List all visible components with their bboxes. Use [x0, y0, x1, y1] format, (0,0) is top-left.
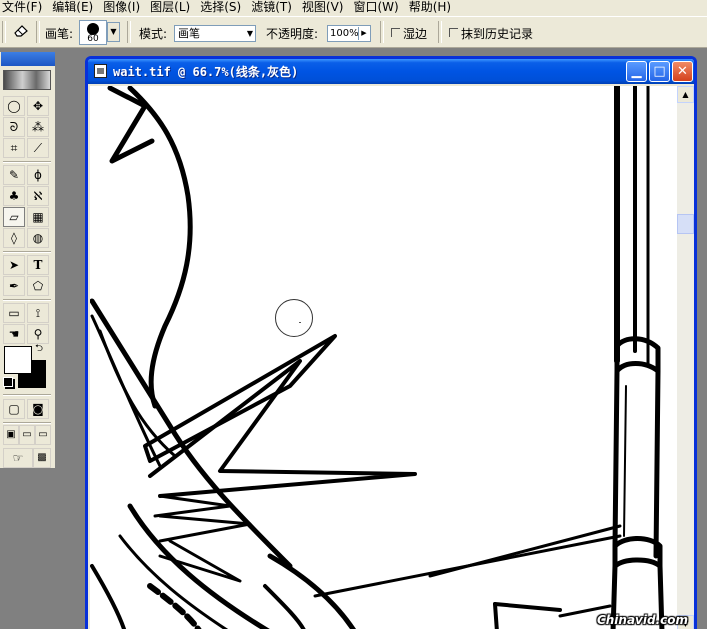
document-icon: [94, 64, 107, 78]
hand-tool-icon[interactable]: ☚: [3, 324, 25, 344]
brush-tool-icon[interactable]: ϕ: [27, 165, 49, 185]
toolbox-separator: [3, 422, 51, 424]
vertical-scrollbar[interactable]: ▲ ▼: [677, 86, 694, 629]
document-window: wait.tif @ 66.7%(线条,灰色) ▁ □ ✕ ▲ ▼ Chinav…: [85, 56, 697, 629]
brush-label: 画笔:: [45, 27, 74, 41]
blur-tool-icon[interactable]: ◊: [3, 228, 25, 248]
menu-image[interactable]: 图像(I): [100, 0, 147, 16]
menu-select[interactable]: 选择(S): [197, 0, 248, 16]
path-select-tool-icon[interactable]: ➤: [3, 255, 25, 275]
mode-label: 模式:: [139, 27, 168, 41]
options-separator: [380, 21, 384, 43]
lasso-tool-icon[interactable]: ᘐ: [3, 117, 25, 137]
foreground-color-swatch[interactable]: [4, 346, 32, 374]
move-tool-icon[interactable]: ✥: [27, 96, 49, 116]
marquee-tool-icon[interactable]: ◯: [3, 96, 25, 116]
toolbox-separator: [3, 161, 51, 163]
brush-size-value: 60: [87, 34, 99, 44]
chevron-down-icon: ▼: [246, 29, 253, 38]
menu-help[interactable]: 帮助(H): [406, 0, 458, 16]
menu-view[interactable]: 视图(V): [299, 0, 351, 16]
default-colors-icon[interactable]: [3, 377, 13, 387]
options-separator: [127, 21, 131, 43]
notes-tool-icon[interactable]: ▭: [3, 303, 25, 323]
wet-edges-label: 湿边: [403, 27, 428, 41]
quick-mask-mode-icon[interactable]: ◙: [27, 399, 49, 419]
toolbox-palette: ◯ ✥ ᘐ ⁂ ⌗ ⟋ ✎ ϕ ♣ ℵ ▱ ▦ ◊ ◍ ➤ T ✒ ⬠ ▭ ⟟ …: [0, 52, 56, 469]
magic-wand-tool-icon[interactable]: ⁂: [27, 117, 49, 137]
healing-brush-tool-icon[interactable]: ✎: [3, 165, 25, 185]
document-title: wait.tif @ 66.7%(线条,灰色): [113, 65, 299, 79]
chevron-down-icon[interactable]: ▼: [107, 22, 120, 42]
toolbox-title-bar[interactable]: [1, 52, 55, 66]
slice-tool-icon[interactable]: ⟋: [27, 138, 49, 158]
imageready-icon[interactable]: ▩: [33, 448, 51, 468]
toolbox-separator: [3, 394, 51, 396]
opacity-label: 不透明度:: [266, 27, 319, 41]
adobe-logo-icon[interactable]: [3, 70, 51, 90]
scrollbar-thumb[interactable]: [677, 214, 694, 234]
standard-mode-icon[interactable]: ▢: [3, 399, 25, 419]
menu-file[interactable]: 文件(F): [0, 0, 49, 16]
options-grip: [2, 21, 6, 43]
menu-filter[interactable]: 滤镜(T): [248, 0, 299, 16]
options-separator: [36, 21, 40, 43]
zoom-tool-icon[interactable]: ⚲: [27, 324, 49, 344]
scroll-up-icon[interactable]: ▲: [677, 86, 694, 103]
crop-tool-icon[interactable]: ⌗: [3, 138, 25, 158]
menu-bar: 文件(F) 编辑(E) 图像(I) 图层(L) 选择(S) 滤镜(T) 视图(V…: [0, 0, 707, 16]
full-screen-menu-icon[interactable]: ▭: [19, 425, 35, 445]
eraser-icon[interactable]: [13, 22, 29, 41]
erase-history-label: 抹到历史记录: [461, 27, 534, 41]
shape-tool-icon[interactable]: ⬠: [27, 276, 49, 296]
dodge-tool-icon[interactable]: ◍: [27, 228, 49, 248]
opacity-value: 100%: [330, 28, 359, 39]
swap-colors-icon[interactable]: ⮌: [35, 344, 43, 354]
line-art-drawing: [90, 86, 665, 629]
close-icon[interactable]: ✕: [672, 61, 693, 82]
mode-value: 画笔: [178, 27, 200, 40]
jump-to-imageready-icon[interactable]: ☞: [3, 448, 33, 468]
menu-layer[interactable]: 图层(L): [147, 0, 197, 16]
clone-stamp-tool-icon[interactable]: ♣: [3, 186, 25, 206]
mode-select[interactable]: 画笔 ▼: [174, 25, 256, 42]
minimize-icon[interactable]: ▁: [626, 61, 647, 82]
options-bar: 画笔: 60 ▼ 模式: 画笔 ▼ 不透明度: 100% ▶ 湿边 抹到历史记录: [0, 16, 707, 48]
options-separator: [438, 21, 442, 43]
standard-screen-icon[interactable]: ▣: [3, 425, 19, 445]
maximize-icon[interactable]: □: [649, 61, 670, 82]
opacity-field[interactable]: 100% ▶: [327, 25, 371, 42]
menu-window[interactable]: 窗口(W): [350, 0, 405, 16]
pen-tool-icon[interactable]: ✒: [3, 276, 25, 296]
brush-preset-picker[interactable]: 60: [79, 20, 107, 45]
wet-edges-checkbox[interactable]: [391, 28, 400, 37]
chevron-right-icon[interactable]: ▶: [358, 27, 369, 40]
watermark-text: Chinavid.com: [596, 613, 688, 627]
toolbox-separator: [3, 251, 51, 253]
brush-cursor-icon: [275, 299, 313, 337]
image-canvas[interactable]: [90, 86, 677, 629]
document-title-bar[interactable]: wait.tif @ 66.7%(线条,灰色) ▁ □ ✕: [88, 59, 694, 84]
menu-edit[interactable]: 编辑(E): [49, 0, 100, 16]
history-brush-tool-icon[interactable]: ℵ: [27, 186, 49, 206]
erase-history-checkbox[interactable]: [449, 28, 458, 37]
toolbox-separator: [3, 299, 51, 301]
eraser-tool-icon[interactable]: ▱: [3, 207, 25, 227]
eyedropper-tool-icon[interactable]: ⟟: [27, 303, 49, 323]
type-tool-icon[interactable]: T: [27, 255, 49, 275]
gradient-tool-icon[interactable]: ▦: [27, 207, 49, 227]
full-screen-icon[interactable]: ▭: [35, 425, 51, 445]
